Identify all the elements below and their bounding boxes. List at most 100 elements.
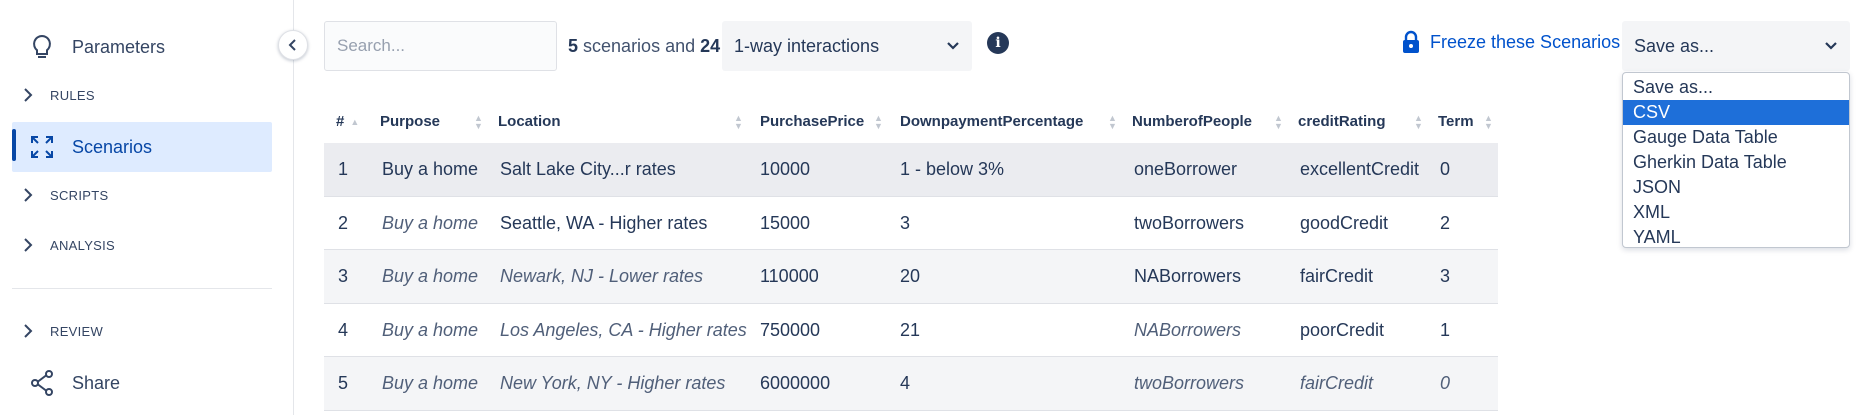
cell-purchase-price: 10000 (760, 159, 811, 179)
active-indicator (12, 129, 16, 161)
menu-item-gherkin[interactable]: Gherkin Data Table (1623, 150, 1849, 175)
share-icon (24, 370, 60, 396)
menu-item-json[interactable]: JSON (1623, 175, 1849, 200)
sidebar-item-rules[interactable]: RULES (12, 80, 272, 110)
table-header: # ▲ Purpose ▲ ▼ Location ▲ ▼ PurchasePrice … (324, 100, 1498, 143)
sort-icon: ▲ ▼ (1414, 113, 1423, 131)
cell-downpayment: 3 (900, 212, 911, 233)
search-input[interactable] (324, 21, 557, 71)
menu-item-csv[interactable]: CSV (1623, 100, 1849, 125)
sidebar-item-analysis[interactable]: ANALYSIS (12, 230, 272, 260)
sidebar-divider (12, 288, 272, 289)
cell-purpose: Buy a home (382, 266, 479, 286)
interaction-count: 24 (700, 36, 721, 56)
table-row[interactable]: 4 Buy a home Los Angeles, CA - Higher ra… (324, 304, 1498, 357)
lightbulb-icon (24, 34, 60, 60)
table-row[interactable]: 3 Buy a home Newark, NJ - Lower rates 11… (324, 250, 1498, 304)
chevron-right-icon (20, 88, 36, 102)
sidebar-item-label: Share (72, 372, 121, 393)
sort-icon: ▲ ▼ (734, 113, 743, 131)
sort-icon: ▲ ▼ (874, 113, 883, 131)
cell-people: NABorrowers (1134, 266, 1242, 286)
column-header-purpose[interactable]: Purpose (380, 100, 440, 143)
cell-purpose: Buy a home (382, 159, 479, 179)
expand-icon (24, 135, 60, 159)
sidebar-item-label: Scenarios (72, 136, 153, 157)
sidebar-item-scenarios[interactable]: Scenarios (12, 122, 272, 172)
cell-term: 3 (1440, 266, 1451, 286)
cell-purchase-price: 110000 (760, 266, 819, 286)
column-header-credit[interactable]: creditRating (1298, 100, 1386, 143)
cell-location: Seattle, WA - Higher rates (500, 212, 708, 233)
column-header-location[interactable]: Location (498, 100, 561, 143)
save-as-select[interactable]: Save as... (1622, 21, 1850, 71)
scenario-summary-text: scenarios and (583, 36, 696, 56)
cell-number: 5 (338, 373, 349, 393)
save-as-value: Save as... (1634, 35, 1715, 56)
column-header-term[interactable]: Term (1438, 100, 1474, 143)
column-header-people[interactable]: NumberofPeople (1132, 100, 1252, 143)
freeze-scenarios-button[interactable]: Freeze these Scenarios (1402, 30, 1620, 54)
table-row[interactable]: 1 Buy a home Salt Lake City...r rates 10… (324, 143, 1498, 197)
freeze-label: Freeze these Scenarios (1430, 31, 1621, 52)
save-as-menu: Save as... CSV Gauge Data Table Gherkin … (1622, 72, 1850, 248)
menu-item-gauge[interactable]: Gauge Data Table (1623, 125, 1849, 150)
sidebar-item-parameters[interactable]: Parameters (12, 22, 272, 72)
sidebar-item-review[interactable]: REVIEW (12, 316, 272, 346)
cell-term: 0 (1440, 373, 1451, 393)
sort-icon: ▲ ▼ (1484, 113, 1493, 131)
sidebar-item-label: RULES (50, 87, 95, 103)
interaction-select-value: 1-way interactions (734, 35, 880, 56)
cell-credit: fairCredit (1300, 266, 1374, 286)
table-row[interactable]: 2 Buy a home Seattle, WA - Higher rates … (324, 197, 1498, 250)
column-header-purchase-price[interactable]: PurchasePrice (760, 100, 864, 143)
scenarios-table: # ▲ Purpose ▲ ▼ Location ▲ ▼ PurchasePrice … (324, 100, 1498, 411)
cell-number: 1 (338, 159, 349, 179)
sidebar-item-label: Parameters (72, 36, 166, 57)
chevron-down-icon (1825, 42, 1837, 50)
cell-purchase-price: 6000000 (760, 373, 831, 393)
chevron-right-icon (20, 324, 36, 338)
sidebar-item-label: ANALYSIS (50, 237, 116, 253)
collapse-sidebar-button[interactable] (278, 30, 308, 60)
cell-location: Los Angeles, CA - Higher rates (500, 319, 747, 340)
scenario-count: 5 (568, 36, 579, 56)
cell-downpayment: 4 (900, 373, 911, 393)
cell-number: 2 (338, 212, 349, 233)
chevron-right-icon (20, 238, 36, 252)
sort-icon: ▲ ▼ (474, 113, 483, 131)
cell-number: 4 (338, 319, 349, 340)
column-header-downpayment[interactable]: DownpaymentPercentage (900, 100, 1083, 143)
cell-credit: poorCredit (1300, 319, 1385, 340)
table-row[interactable]: 5 Buy a home New York, NY - Higher rates… (324, 357, 1498, 411)
menu-item-yaml[interactable]: YAML (1623, 225, 1849, 247)
cell-credit: goodCredit (1300, 212, 1389, 233)
sidebar-item-label: REVIEW (50, 323, 104, 339)
cell-term: 2 (1440, 212, 1451, 233)
chevron-left-icon (288, 39, 296, 51)
cell-people: oneBorrower (1134, 159, 1238, 179)
cell-credit: fairCredit (1300, 373, 1374, 393)
cell-purpose: Buy a home (382, 319, 479, 340)
cell-term: 1 (1440, 319, 1451, 340)
cell-number: 3 (338, 266, 349, 286)
cell-downpayment: 21 (900, 319, 921, 340)
lock-icon (1402, 30, 1420, 54)
chevron-right-icon (20, 188, 36, 202)
menu-item-xml[interactable]: XML (1623, 200, 1849, 225)
sort-icon: ▲ ▼ (1274, 113, 1283, 131)
interaction-select[interactable]: 1-way interactions (722, 21, 972, 71)
info-icon[interactable]: i (987, 32, 1009, 54)
cell-purchase-price: 15000 (760, 212, 811, 233)
cell-term: 0 (1440, 159, 1451, 179)
menu-item-save-as[interactable]: Save as... (1623, 75, 1849, 100)
cell-location: Newark, NJ - Lower rates (500, 266, 704, 286)
sidebar-item-share[interactable]: Share (12, 360, 272, 406)
sort-icon: ▲ ▼ (1108, 113, 1117, 131)
sidebar-item-label: SCRIPTS (50, 187, 109, 203)
column-header-number[interactable]: # ▲ (336, 100, 359, 143)
sidebar-item-scripts[interactable]: SCRIPTS (12, 180, 272, 210)
sidebar: Parameters RULES Scenarios SCRIPTS ANALY… (0, 0, 294, 415)
cell-location: New York, NY - Higher rates (500, 373, 726, 393)
cell-purpose: Buy a home (382, 212, 479, 233)
